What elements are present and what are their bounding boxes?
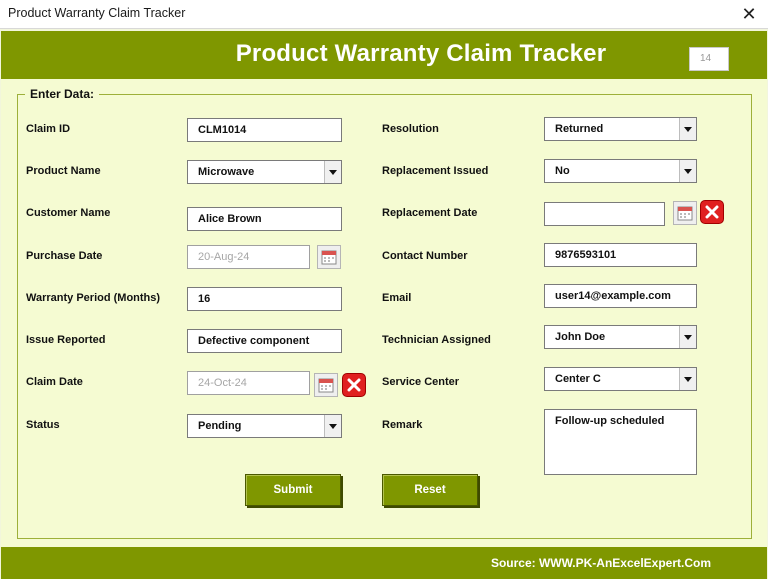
claim-id-field[interactable]: CLM1014	[187, 118, 342, 142]
service-center-value: Center C	[555, 373, 601, 385]
close-icon[interactable]: ✕	[738, 3, 760, 25]
product-name-select[interactable]: Microwave	[187, 160, 342, 184]
clear-x-icon[interactable]	[342, 373, 366, 397]
chevron-down-icon[interactable]	[324, 161, 341, 183]
replacement-date-field[interactable]	[544, 202, 665, 226]
calendar-icon[interactable]	[317, 245, 341, 269]
window-titlebar: Product Warranty Claim Tracker ✕	[0, 0, 768, 29]
clear-x-icon[interactable]	[700, 200, 724, 224]
label-status: Status	[26, 419, 60, 431]
label-product-name: Product Name	[26, 165, 101, 177]
label-replacement-issued: Replacement Issued	[382, 165, 489, 177]
remark-textarea[interactable]: Follow-up scheduled	[544, 409, 697, 475]
calendar-icon[interactable]	[673, 201, 697, 225]
label-contact-number: Contact Number	[382, 250, 468, 262]
submit-button[interactable]: Submit	[245, 474, 341, 506]
replacement-issued-value: No	[555, 165, 570, 177]
calendar-icon[interactable]	[314, 373, 338, 397]
label-claim-id: Claim ID	[26, 123, 71, 135]
warranty-period-field[interactable]: 16	[187, 287, 342, 311]
chevron-down-icon[interactable]	[679, 118, 696, 140]
footer-bar: Source: WWW.PK-AnExcelExpert.Com	[1, 547, 767, 579]
contact-number-field[interactable]: 9876593101	[544, 243, 697, 267]
label-purchase-date: Purchase Date	[26, 250, 103, 262]
claim-date-field[interactable]: 24-Oct-24	[187, 371, 310, 395]
label-replacement-date: Replacement Date	[382, 207, 478, 219]
label-technician-assigned: Technician Assigned	[382, 334, 491, 346]
label-resolution: Resolution	[382, 123, 439, 135]
record-counter: 14	[689, 47, 729, 71]
email-field[interactable]: user14@example.com	[544, 284, 697, 308]
technician-value: John Doe	[555, 331, 606, 343]
issue-reported-field[interactable]: Defective component	[187, 329, 342, 353]
reset-button[interactable]: Reset	[382, 474, 478, 506]
product-name-value: Microwave	[198, 166, 255, 178]
status-select[interactable]: Pending	[187, 414, 342, 438]
form-legend: Enter Data:	[25, 87, 100, 101]
label-warranty-period: Warranty Period (Months)	[26, 292, 161, 304]
label-issue-reported: Issue Reported	[26, 334, 106, 346]
window-title: Product Warranty Claim Tracker	[8, 6, 186, 20]
purchase-date-field[interactable]: 20-Aug-24	[187, 245, 310, 269]
source-credit: Source: WWW.PK-AnExcelExpert.Com	[490, 556, 711, 570]
label-claim-date: Claim Date	[26, 376, 83, 388]
page-title: Product Warranty Claim Tracker	[235, 40, 607, 67]
chevron-down-icon[interactable]	[679, 160, 696, 182]
chevron-down-icon[interactable]	[679, 326, 696, 348]
replacement-issued-select[interactable]: No	[544, 159, 697, 183]
chevron-down-icon[interactable]	[324, 415, 341, 437]
label-email: Email	[382, 292, 412, 304]
resolution-value: Returned	[555, 123, 604, 135]
label-service-center: Service Center	[382, 376, 460, 388]
technician-select[interactable]: John Doe	[544, 325, 697, 349]
status-value: Pending	[198, 420, 242, 432]
resolution-select[interactable]: Returned	[544, 117, 697, 141]
customer-name-field[interactable]: Alice Brown	[187, 207, 342, 231]
label-remark: Remark	[382, 419, 423, 431]
service-center-select[interactable]: Center C	[544, 367, 697, 391]
label-customer-name: Customer Name	[26, 207, 111, 219]
chevron-down-icon[interactable]	[679, 368, 696, 390]
header-banner: Product Warranty Claim Tracker 14	[1, 31, 767, 79]
